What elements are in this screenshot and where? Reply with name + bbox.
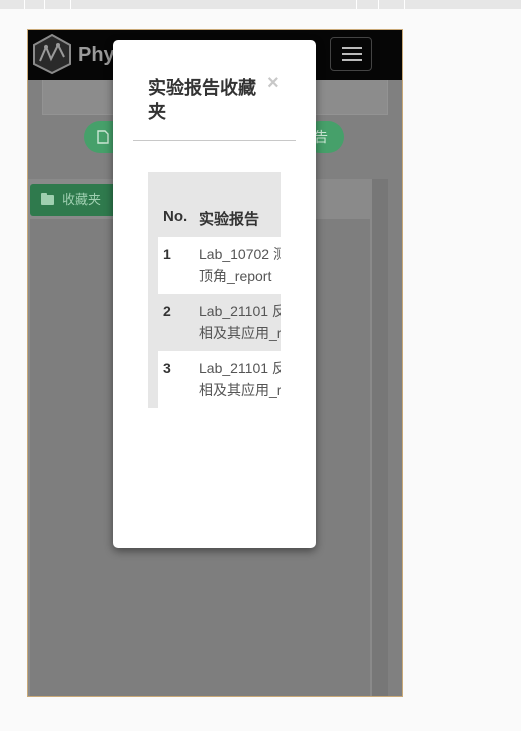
favorites-modal: 实验报告收藏夹 × No. 实验报告 1 Lab_10702 测量三棱镜顶角_r… <box>113 40 316 548</box>
menu-toggle-button[interactable] <box>330 37 372 71</box>
row-number: 1 <box>163 246 171 262</box>
report-table: No. 实验报告 1 Lab_10702 测量三棱镜顶角_report 2 La… <box>148 172 281 408</box>
browser-top-strip <box>0 0 521 9</box>
table-row[interactable]: 1 Lab_10702 测量三棱镜顶角_report <box>148 237 281 294</box>
modal-title: 实验报告收藏夹 <box>148 78 256 122</box>
strip-divider <box>404 0 405 9</box>
favorites-button[interactable]: 收藏夹 <box>30 184 116 216</box>
report-name[interactable]: Lab_21101 反射全息照相及其应用_report <box>158 351 281 408</box>
table-row[interactable]: 3 Lab_21101 反射全息照相及其应用_report <box>148 351 281 408</box>
column-header-no: No. <box>163 208 188 225</box>
modal-divider <box>133 140 296 141</box>
report-pill-label: 告 <box>314 129 328 145</box>
strip-divider <box>378 0 379 9</box>
favorites-button-label: 收藏夹 <box>62 192 102 207</box>
report-name[interactable]: Lab_10702 测量三棱镜顶角_report <box>158 237 281 294</box>
close-icon[interactable]: × <box>267 72 279 94</box>
brand-text[interactable]: Phy <box>78 44 115 67</box>
strip-divider <box>24 0 25 9</box>
table-header: No. 实验报告 <box>148 172 281 237</box>
strip-divider <box>356 0 357 9</box>
strip-divider <box>70 0 71 9</box>
hamburger-icon <box>342 47 362 49</box>
column-header-report: 实验报告 <box>199 211 260 228</box>
hamburger-icon <box>342 59 362 61</box>
folder-icon <box>41 193 54 205</box>
table-row[interactable]: 2 Lab_21101 反射全息照相及其应用_report <box>148 294 281 351</box>
strip-divider <box>44 0 45 9</box>
row-number: 2 <box>163 303 171 319</box>
logo-icon[interactable] <box>31 33 73 75</box>
report-name[interactable]: Lab_21101 反射全息照相及其应用_report <box>158 294 281 351</box>
file-pdf-icon <box>97 130 109 144</box>
scrollbar[interactable] <box>372 179 388 696</box>
report-table-scroll[interactable]: No. 实验报告 1 Lab_10702 测量三棱镜顶角_report 2 La… <box>148 172 281 492</box>
hamburger-icon <box>342 53 362 55</box>
row-number: 3 <box>163 360 171 376</box>
